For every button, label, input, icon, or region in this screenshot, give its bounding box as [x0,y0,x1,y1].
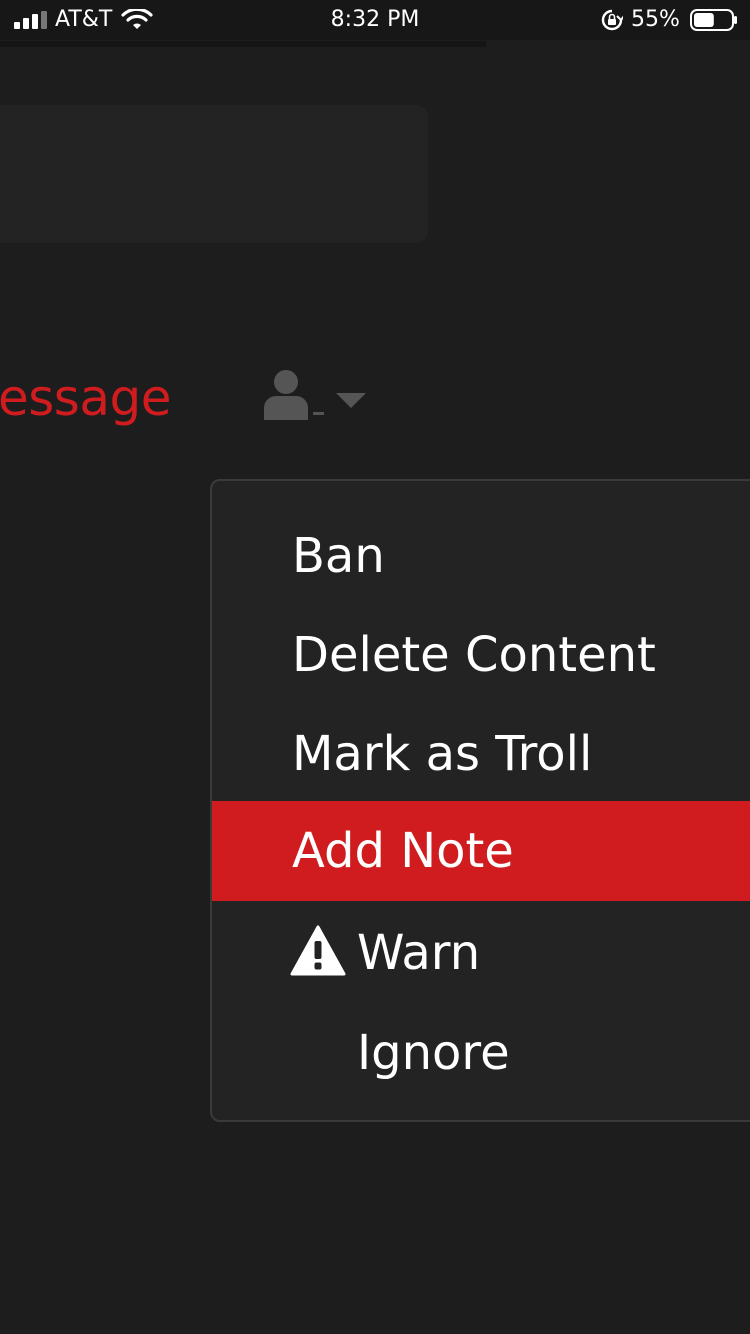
menu-item-delete-content[interactable]: Delete Content [212,605,750,705]
menu-item-ignore[interactable]: Ignore [212,1003,750,1103]
underscore [313,412,324,415]
menu-item-label: Add Note [292,823,514,879]
orientation-lock-icon [601,9,623,31]
menu-item-warn[interactable]: Warn [212,903,750,1003]
menu-item-label: Ignore [357,1025,510,1081]
menu-item-label: Delete Content [292,627,656,683]
chevron-down-icon [336,393,366,408]
battery-percent: 55% [631,7,680,32]
menu-item-label: Ban [292,528,385,584]
message-input-box[interactable] [0,105,428,243]
menu-item-add-note[interactable]: Add Note [212,801,750,901]
menu-item-mark-as-troll[interactable]: Mark as Troll [212,704,750,804]
battery-icon [690,9,737,31]
warning-icon [290,925,346,976]
menu-item-label: Warn [357,925,481,981]
status-bar: AT&T 8:32 PM 55% [0,0,750,40]
moderation-dropdown-menu: Ban Delete Content Mark as Troll Add Not… [210,479,750,1122]
message-link[interactable]: essage [0,368,172,428]
user-icon [264,370,308,420]
divider [0,41,486,47]
menu-item-label: Mark as Troll [292,726,593,782]
user-menu-button[interactable] [262,366,372,426]
menu-item-ban[interactable]: Ban [212,506,750,606]
